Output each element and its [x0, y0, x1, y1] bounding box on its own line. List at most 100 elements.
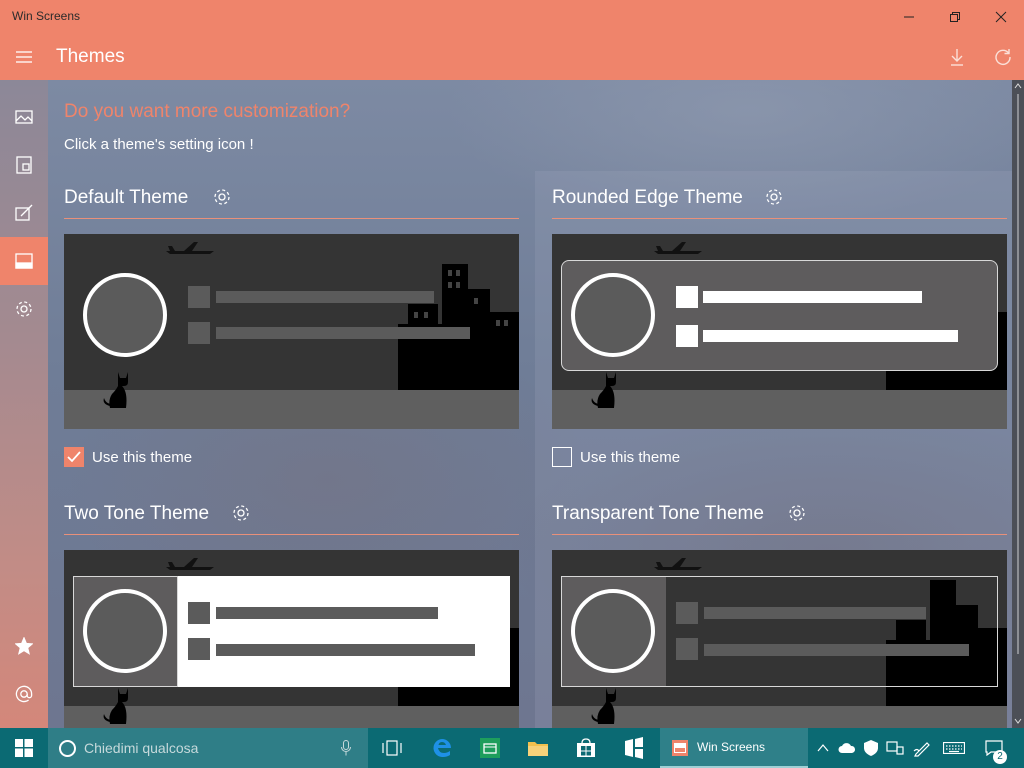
theme-preview[interactable]: [552, 234, 1007, 429]
theme-card-two-tone: Two Tone Theme: [64, 503, 519, 728]
touch-keyboard-tray[interactable]: [942, 728, 966, 768]
at-sign-icon: [15, 685, 33, 703]
nav-item-favorites[interactable]: [0, 622, 48, 670]
theme-preview[interactable]: [64, 550, 519, 728]
nav-item-edit[interactable]: [0, 189, 48, 237]
avatar-placeholder: [83, 273, 167, 357]
nav-item-images[interactable]: [0, 93, 48, 141]
checkbox-label: Use this theme: [580, 448, 681, 466]
theme-card-default: Default Theme Use this theme: [64, 187, 519, 467]
gear-icon: [16, 301, 32, 317]
cloud-icon: [838, 743, 856, 753]
theme-card-rounded-edge: Rounded Edge Theme Use this theme: [552, 187, 1007, 467]
theme-title: Default Theme: [64, 187, 189, 208]
window-panels-icon: [625, 737, 643, 759]
gear-icon: [789, 505, 805, 521]
defender-tray[interactable]: [859, 728, 883, 768]
use-theme-checkbox[interactable]: Use this theme: [552, 445, 680, 469]
windows-store-button[interactable]: [562, 728, 610, 768]
theme-title: Two Tone Theme: [64, 503, 210, 524]
gear-icon: [233, 505, 249, 521]
gear-icon: [766, 189, 782, 205]
nav-item-lockscreen[interactable]: [0, 141, 48, 189]
search-placeholder: Chiedimi qualcosa: [84, 740, 199, 756]
cat-icon: [103, 372, 128, 408]
file-explorer-button[interactable]: [514, 728, 562, 768]
cat-icon: [591, 372, 616, 408]
avatar-placeholder: [83, 589, 167, 673]
checkbox-checked[interactable]: [64, 447, 84, 467]
hamburger-menu-button[interactable]: [0, 33, 48, 80]
use-theme-checkbox[interactable]: Use this theme: [64, 445, 192, 469]
onedrive-tray[interactable]: [835, 728, 859, 768]
theme-settings-button[interactable]: [787, 503, 807, 523]
pen-icon: [913, 742, 930, 757]
chevron-up-icon: [817, 744, 829, 752]
title-bar: Win Screens: [0, 0, 1024, 33]
checkbox-unchecked[interactable]: [552, 447, 572, 467]
task-view-icon: [382, 740, 402, 756]
refresh-button[interactable]: [985, 39, 1021, 75]
restore-button[interactable]: [932, 0, 978, 33]
shopping-bag-icon: [577, 738, 595, 757]
show-hidden-icons-button[interactable]: [811, 728, 835, 768]
close-button[interactable]: [978, 0, 1024, 33]
vertical-scrollbar[interactable]: [1012, 80, 1024, 728]
customization-headline: Do you want more customization?: [64, 101, 351, 122]
airplane-icon: [166, 242, 214, 254]
microphone-icon[interactable]: [341, 740, 351, 756]
edit-icon: [15, 204, 33, 221]
download-icon: [951, 49, 963, 66]
airplane-icon: [654, 242, 702, 254]
nav-item-settings[interactable]: [0, 285, 48, 333]
page-title: Themes: [56, 46, 125, 67]
theme-settings-button[interactable]: [212, 187, 232, 207]
taskbar-app-win-screens[interactable]: Win Screens: [660, 728, 808, 768]
themes-content: Do you want more customization? Click a …: [48, 80, 1012, 728]
cat-icon: [591, 688, 616, 724]
win-screens-app-icon: [672, 740, 688, 756]
folder-icon: [528, 742, 548, 756]
customization-hint: Click a theme's setting icon !: [64, 136, 254, 153]
scroll-up-icon[interactable]: [1014, 83, 1022, 89]
theme-preview[interactable]: [64, 234, 519, 429]
theme-title: Transparent Tone Theme: [552, 503, 764, 524]
window-title: Win Screens: [12, 9, 81, 23]
theme-card-transparent-tone: Transparent Tone Theme: [552, 503, 1007, 728]
taskbar-app-label: Win Screens: [697, 740, 766, 754]
star-icon: [15, 637, 33, 655]
store-app-button[interactable]: [466, 728, 514, 768]
task-view-button[interactable]: [368, 728, 416, 768]
image-icon: [15, 110, 33, 124]
nav-item-contact[interactable]: [0, 670, 48, 718]
network-icon: [886, 741, 904, 755]
avatar-placeholder: [571, 273, 655, 357]
refresh-icon: [995, 49, 1011, 66]
download-button[interactable]: [939, 39, 975, 75]
command-bar: Themes: [0, 33, 1024, 80]
check-icon: [67, 451, 81, 463]
green-app-icon: [480, 738, 500, 758]
avatar-placeholder: [571, 589, 655, 673]
theme-title: Rounded Edge Theme: [552, 187, 743, 208]
keyboard-icon: [943, 742, 965, 754]
theme-settings-button[interactable]: [231, 503, 251, 523]
search-box[interactable]: Chiedimi qualcosa: [48, 728, 368, 768]
pen-workspace-tray[interactable]: [910, 728, 934, 768]
minimize-button[interactable]: [886, 0, 932, 33]
airplane-icon: [654, 558, 702, 570]
theme-layout-icon: [15, 253, 33, 269]
gear-icon: [214, 189, 230, 205]
windows-logo-icon: [15, 739, 33, 757]
pinned-app-button[interactable]: [610, 728, 658, 768]
theme-settings-button[interactable]: [764, 187, 784, 207]
scroll-down-icon[interactable]: [1014, 718, 1022, 724]
nav-item-themes[interactable]: [0, 237, 48, 285]
network-tray[interactable]: [883, 728, 907, 768]
edge-browser-button[interactable]: [418, 728, 466, 768]
scrollbar-thumb[interactable]: [1017, 94, 1019, 654]
start-button[interactable]: [0, 728, 48, 768]
taskbar: Chiedimi qualcosa Win Screens 2: [0, 728, 1024, 768]
airplane-icon: [166, 558, 214, 570]
theme-preview[interactable]: [552, 550, 1007, 728]
